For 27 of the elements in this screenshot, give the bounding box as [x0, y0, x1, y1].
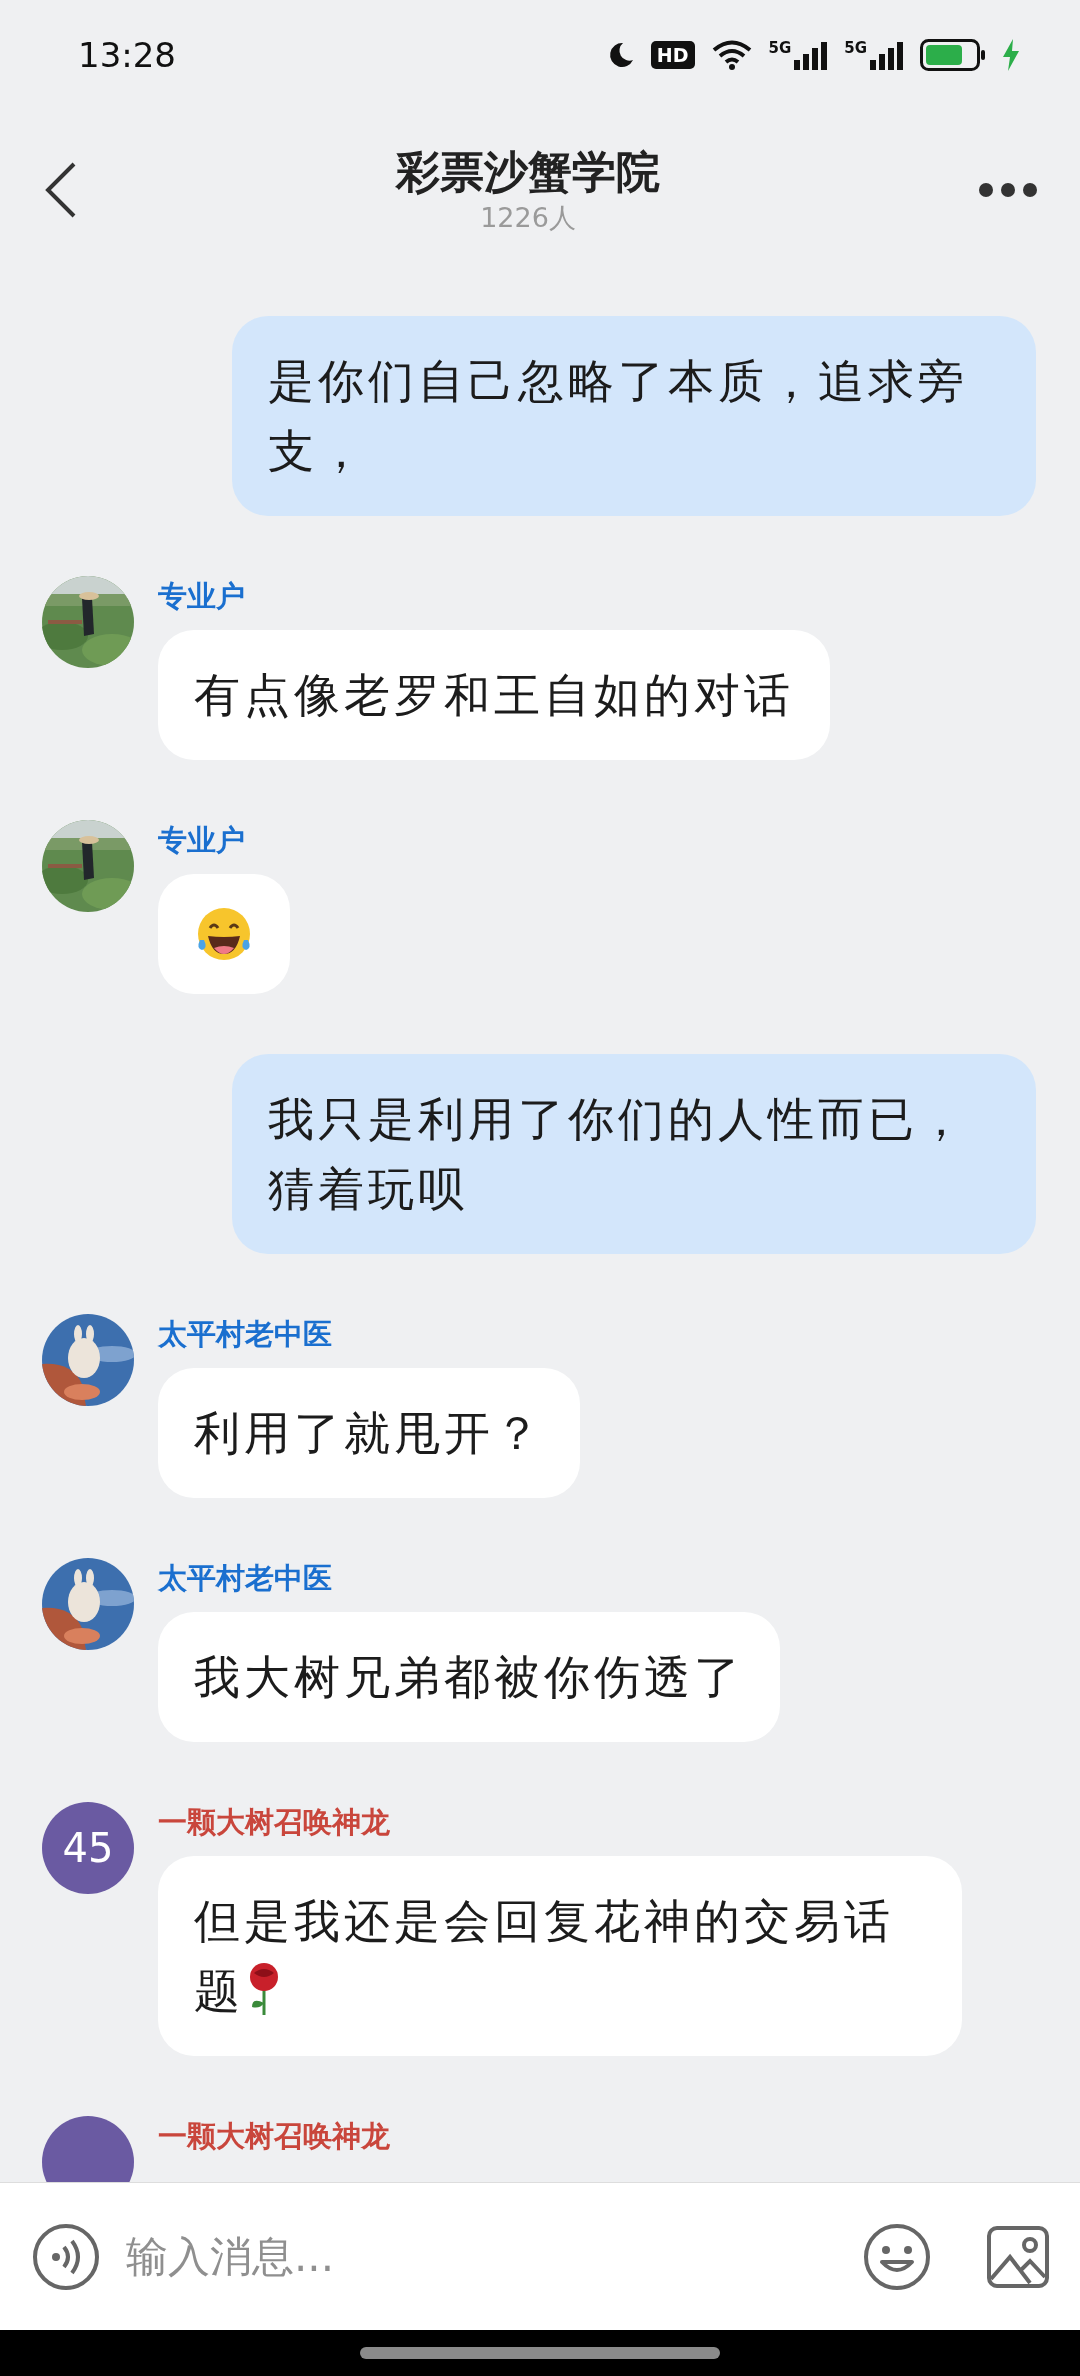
- avatar-text: 45: [62, 1825, 114, 1871]
- more-button[interactable]: [976, 180, 1040, 200]
- signal-icon: [794, 40, 829, 70]
- voice-button[interactable]: [32, 2222, 100, 2291]
- sender-name: 一颗大树召唤神龙: [158, 2118, 390, 2155]
- message-bubble: 是你们自己忽略了本质，追求旁支，: [232, 316, 1036, 516]
- hd-label: HD: [650, 41, 695, 69]
- image-button[interactable]: [986, 2224, 1050, 2289]
- member-count: 1226人: [480, 201, 576, 235]
- message-bubble: 我只是利用了你们的人性而已，猜着玩呗: [232, 1054, 1036, 1254]
- sender-name: 太平村老中医: [158, 1560, 332, 1597]
- message-bubble: 利用了就甩开？: [158, 1368, 580, 1498]
- sender-name: 专业户: [158, 578, 245, 615]
- message-bubble: 有点像老罗和王自如的对话: [158, 630, 830, 760]
- sender-name: 太平村老中医: [158, 1316, 332, 1353]
- network-label: 5G: [844, 40, 867, 56]
- network-label: 5G: [768, 40, 792, 56]
- wifi-icon: [710, 39, 753, 71]
- message-bubble: 但是我还是会回复花神的交易话题: [158, 1856, 962, 2056]
- sender-name: 一颗大树召唤神龙: [158, 1804, 390, 1841]
- battery-icon: [920, 39, 986, 71]
- chat-title: 彩票沙蟹学院: [396, 145, 660, 199]
- signal-icon: [870, 40, 904, 70]
- status-time: 13:28: [78, 35, 177, 75]
- emoji-button[interactable]: [862, 2221, 932, 2292]
- message-bubble: 我大树兄弟都被你伤透了: [158, 1612, 780, 1742]
- sender-name: 专业户: [158, 822, 245, 859]
